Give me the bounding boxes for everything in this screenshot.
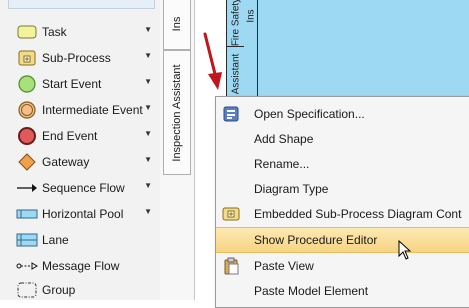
palette-item-sub-process[interactable]: Sub-Process ▼ xyxy=(0,45,156,71)
menu-item-label: Embedded Sub-Process Diagram Cont xyxy=(254,207,462,221)
diagram-toolbar-palette: Task ▼ Sub-Process ▼ Start Event ▼ Inter… xyxy=(0,0,161,300)
menu-item-add-shape[interactable]: Add Shape xyxy=(216,127,469,151)
sequence-flow-icon xyxy=(16,178,38,198)
lane-label-fire-safety: Fire Safety xyxy=(230,0,242,47)
chevron-down-icon[interactable]: ▼ xyxy=(144,25,152,34)
palette-item-label: Gateway xyxy=(42,155,90,169)
tab-inspection-short[interactable]: Ins xyxy=(163,0,191,50)
tab-label: Ins xyxy=(171,16,183,32)
chevron-down-icon[interactable]: ▼ xyxy=(144,181,152,190)
specification-icon xyxy=(222,105,240,123)
menu-item-paste-model-element[interactable]: Paste Model Element xyxy=(216,279,469,303)
palette-item-label: Task xyxy=(42,25,67,39)
menu-item-label: Add Shape xyxy=(254,132,314,146)
horizontal-pool-icon xyxy=(16,204,38,224)
embedded-subprocess-icon xyxy=(222,205,240,223)
palette-item-label: Intermediate Event xyxy=(42,103,143,117)
lane-divider xyxy=(227,46,245,47)
pool-body[interactable] xyxy=(226,0,469,96)
palette-item-sequence-flow[interactable]: Sequence Flow ▼ xyxy=(0,175,156,201)
side-tab-bar: Ins Inspection Assistant xyxy=(160,0,195,300)
palette-item-label: Start Event xyxy=(42,77,102,91)
gateway-icon xyxy=(16,152,38,172)
menu-item-label: Diagram Type xyxy=(254,182,329,196)
menu-item-open-specification[interactable]: Open Specification... xyxy=(216,102,469,126)
menu-item-embedded-sub-process[interactable]: Embedded Sub-Process Diagram Cont xyxy=(216,202,469,226)
chevron-down-icon[interactable]: ▼ xyxy=(144,77,152,86)
message-flow-icon xyxy=(16,256,38,276)
menu-item-label: Rename... xyxy=(254,157,310,171)
palette-item-lane[interactable]: Lane xyxy=(0,227,156,253)
tab-label: Inspection Assistant xyxy=(171,63,183,162)
palette-item-task[interactable]: Task ▼ xyxy=(0,19,156,45)
palette-item-label: End Event xyxy=(42,129,98,143)
palette-item-label: Lane xyxy=(42,233,69,247)
intermediate-event-icon xyxy=(16,100,38,120)
end-event-icon xyxy=(16,126,38,146)
palette-item-label: Group xyxy=(42,283,76,297)
palette-item-horizontal-pool[interactable]: Horizontal Pool ▼ xyxy=(0,201,156,227)
task-icon xyxy=(16,22,38,42)
menu-item-label: Show Procedure Editor xyxy=(254,233,378,247)
chevron-down-icon[interactable]: ▼ xyxy=(144,51,152,60)
palette-scroll-top[interactable] xyxy=(8,0,155,9)
menu-item-show-procedure-editor[interactable]: Show Procedure Editor xyxy=(216,227,469,253)
chevron-down-icon[interactable]: ▼ xyxy=(144,129,152,138)
lane-icon xyxy=(16,230,38,250)
lane-label-assistant: Assistant xyxy=(230,53,242,95)
palette-item-label: Message Flow xyxy=(42,259,120,273)
menu-item-label: Open Specification... xyxy=(254,107,365,121)
palette-item-start-event[interactable]: Start Event ▼ xyxy=(0,71,156,97)
menu-item-label: Paste Model Element xyxy=(254,284,369,298)
tab-inspection-assistant[interactable]: Inspection Assistant xyxy=(163,50,191,175)
palette-item-gateway[interactable]: Gateway ▼ xyxy=(0,149,156,175)
palette-item-label: Horizontal Pool xyxy=(42,207,124,221)
sub-process-icon xyxy=(16,48,38,68)
mouse-cursor-icon xyxy=(398,240,412,260)
lane-header-inner[interactable]: Ins xyxy=(244,0,258,96)
palette-item-group[interactable]: Group xyxy=(0,277,156,303)
menu-item-paste-view[interactable]: Paste View xyxy=(216,254,469,278)
palette-item-message-flow[interactable]: Message Flow xyxy=(0,253,156,279)
menu-item-rename[interactable]: Rename... xyxy=(216,152,469,176)
menu-item-diagram-type[interactable]: Diagram Type xyxy=(216,177,469,201)
chevron-down-icon[interactable]: ▼ xyxy=(144,103,152,112)
palette-item-label: Sequence Flow xyxy=(42,181,125,195)
palette-item-label: Sub-Process xyxy=(42,51,111,65)
lane-label-inner: Ins xyxy=(245,9,256,23)
chevron-down-icon[interactable]: ▼ xyxy=(144,207,152,216)
chevron-down-icon[interactable]: ▼ xyxy=(144,155,152,164)
context-menu: Open Specification... Add Shape Rename..… xyxy=(215,96,469,308)
palette-item-end-event[interactable]: End Event ▼ xyxy=(0,123,156,149)
palette-item-intermediate-event[interactable]: Intermediate Event ▼ xyxy=(0,97,156,123)
start-event-icon xyxy=(16,74,38,94)
paste-icon xyxy=(222,257,240,275)
annotation-arrow-icon xyxy=(203,32,222,90)
group-icon xyxy=(16,280,38,300)
menu-item-label: Paste View xyxy=(254,259,314,273)
